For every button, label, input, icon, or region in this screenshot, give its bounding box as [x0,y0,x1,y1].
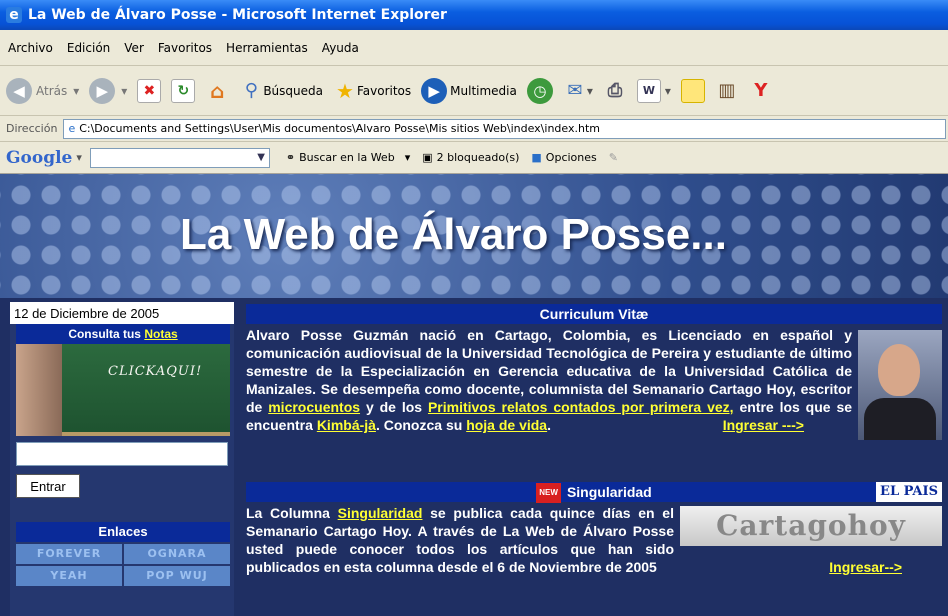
el-pais-logo: EL PAIS [876,482,942,502]
google-search-input[interactable]: ▼ [89,147,270,168]
singularidad-link[interactable]: Singularidad [338,505,423,521]
menu-archivo[interactable]: Archivo [8,41,53,55]
singularidad-section: NEW Singularidad EL PAIS Cartagohoy La Co… [246,482,942,576]
edit-button[interactable]: W ▾ [636,78,671,103]
address-input[interactable]: e C:\Documents and Settings\User\Mis doc… [63,118,946,139]
dropdown-arrow-icon[interactable]: ▼ [253,152,269,163]
link-yeah[interactable]: YEAH [16,566,122,586]
cv-text: Alvaro Posse Guzmán nació en Cartago, Co… [246,326,942,440]
menu-ayuda[interactable]: Ayuda [322,41,359,55]
google-options-button[interactable]: ■ Opciones ✎ [531,151,618,164]
back-button[interactable]: ◀ Atrás ▾ [6,77,79,104]
board-text: CLICKAQUI! [108,364,203,379]
book-icon: ▥ [718,80,736,101]
microcuentos-link[interactable]: microcuentos [268,399,360,415]
hoja-de-vida-link[interactable]: hoja de vida [466,417,547,433]
search-button[interactable]: ⚲ Búsqueda [239,79,323,103]
menu-favoritos[interactable]: Favoritos [158,41,212,55]
stop-button[interactable]: ✖ [137,78,162,103]
history-button[interactable]: ◷ [526,77,553,104]
links-header: Enlaces [16,522,230,542]
new-badge: NEW [536,483,561,504]
menu-bar: Archivo Edición Ver Favoritos Herramient… [0,30,948,66]
word-icon: W [636,78,661,103]
home-button[interactable]: ⌂ [205,79,229,103]
links-grid: FOREVER OGNARA YEAH POP WUJ [16,544,230,586]
notes-link[interactable]: Notas [144,327,177,341]
sidebar: 12 de Diciembre de 2005 Consulta tus Not… [10,302,234,616]
print-button[interactable]: ⎙ [603,79,627,103]
binoculars-icon: ⚭ [285,151,296,164]
pencil-icon: ✎ [608,151,618,164]
singularidad-ingresar-link[interactable]: Ingresar--> [829,558,902,576]
cv-header: Curriculum Vitæ [246,304,942,324]
yahoo-messenger-icon: Y [754,80,768,101]
enter-button[interactable]: Entrar [16,474,80,498]
note-icon [680,78,705,103]
menu-edicion[interactable]: Edición [67,41,110,55]
refresh-icon: ↻ [171,78,196,103]
window-title: La Web de Álvaro Posse - Microsoft Inter… [28,7,447,23]
address-label: Dirección [6,122,58,135]
history-icon: ◷ [526,77,553,104]
star-icon: ★ [336,78,354,103]
page-content: La Web de Álvaro Posse... 12 de Diciembr… [0,174,948,616]
cv-section: Curriculum Vitæ Alvaro Posse Guzmán naci… [246,304,942,440]
notes-header: Consulta tus Notas [16,324,230,344]
mail-button[interactable]: ✉ ▾ [563,79,593,103]
refresh-button[interactable]: ↻ [171,78,196,103]
messenger-button[interactable]: Y [749,79,773,103]
mail-icon: ✉ [567,80,583,101]
popup-icon: ▣ [422,151,433,164]
print-icon: ⎙ [607,80,623,101]
primitivos-relatos-link[interactable]: Primitivos relatos contados por primera … [428,399,734,415]
singularidad-text: Cartagohoy La Columna Singularidad se pu… [246,504,942,576]
address-value: C:\Documents and Settings\User\Mis docum… [79,122,600,135]
google-toolbar: Google ▾ ▼ ⚭ Buscar en la Web ▾ ▣ 2 bloquead… [0,142,948,174]
cv-ingresar-link[interactable]: Ingresar ---> [723,416,804,434]
ie-icon: e [6,7,22,23]
kimba-ja-link[interactable]: Kimbá-jà [317,417,376,433]
link-forever[interactable]: FOREVER [16,544,122,564]
page-icon: e [68,122,76,135]
google-search-web-button[interactable]: ⚭ Buscar en la Web ▾ [286,151,410,164]
forward-arrow-icon: ▶ [89,77,116,104]
google-logo[interactable]: Google [6,148,72,168]
title-bar: e La Web de Álvaro Posse - Microsoft Int… [0,0,948,30]
toolbar: ◀ Atrás ▾ ▶ ▾ ✖ ↻ ⌂ ⚲ Búsqueda ★ Favoritos ▶ M… [0,66,948,116]
stop-icon: ✖ [137,78,162,103]
menu-herramientas[interactable]: Herramientas [226,41,308,55]
menu-ver[interactable]: Ver [124,41,144,55]
back-arrow-icon: ◀ [6,77,32,104]
date-label: 12 de Diciembre de 2005 [10,302,234,324]
address-bar: Dirección e C:\Documents and Settings\Us… [0,116,948,142]
research-button[interactable]: ▥ [715,79,739,103]
click-here-image[interactable]: CLICKAQUI! [16,344,230,436]
notes-input[interactable] [16,442,228,466]
forward-button[interactable]: ▶ ▾ [89,77,127,104]
link-ognara[interactable]: OGNARA [124,544,230,564]
link-pop-wuj[interactable]: POP WUJ [124,566,230,586]
cartago-hoy-logo: Cartagohoy [680,506,942,546]
notes-button[interactable] [680,78,705,103]
media-button[interactable]: ▶ Multimedia [421,77,517,104]
media-icon: ▶ [421,77,448,104]
popup-blocked-button[interactable]: ▣ 2 bloqueado(s) [422,151,519,164]
banner: La Web de Álvaro Posse... [0,174,948,298]
home-icon: ⌂ [210,78,225,103]
hand-image [16,344,62,436]
singularidad-header: NEW Singularidad EL PAIS [246,482,942,504]
search-icon: ⚲ [244,80,258,101]
options-icon: ■ [531,151,542,164]
author-photo [858,330,942,440]
favorites-button[interactable]: ★ Favoritos [333,79,411,103]
banner-title: La Web de Álvaro Posse... [180,210,727,259]
